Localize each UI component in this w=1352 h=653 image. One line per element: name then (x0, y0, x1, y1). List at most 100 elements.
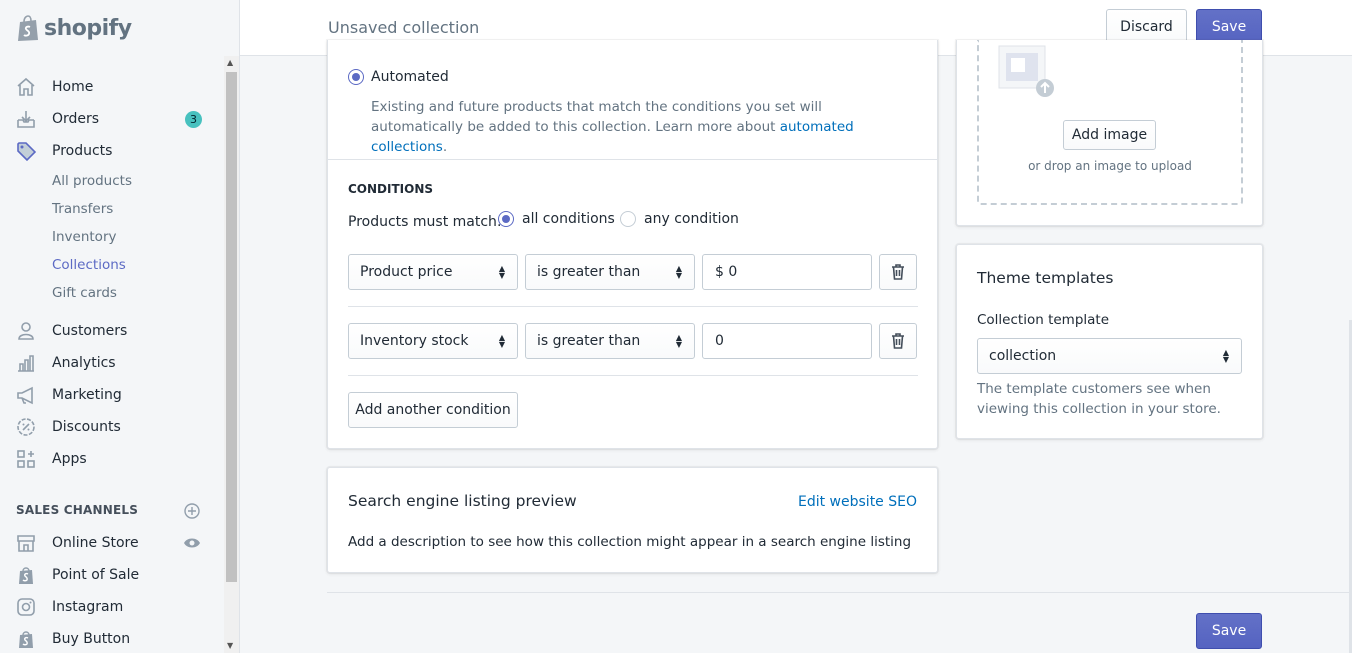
discount-icon (17, 418, 35, 436)
shopify-wordmark: shopify (44, 15, 132, 41)
select-arrows-icon: ▲ ▼ (498, 264, 505, 280)
condition-operator-select[interactable]: is greater than ▲ ▼ (525, 323, 695, 359)
delete-condition-button[interactable] (879, 323, 917, 359)
orders-icon (17, 111, 35, 128)
add-channel-icon[interactable] (184, 503, 200, 519)
any-condition-label: any condition (644, 211, 739, 227)
footer-save-button[interactable]: Save (1196, 613, 1262, 649)
all-conditions-label: all conditions (522, 211, 615, 227)
seo-description: Add a description to see how this collec… (348, 534, 912, 550)
scroll-down-arrow-icon[interactable]: ▼ (227, 641, 233, 650)
trash-icon (892, 333, 904, 349)
select-value: is greater than (537, 264, 641, 280)
select-value: is greater than (537, 333, 641, 349)
store-icon (17, 535, 35, 552)
nav-label: Marketing (52, 387, 122, 403)
nav-apps[interactable]: Apps (0, 444, 224, 474)
automated-label: Automated (371, 69, 449, 85)
image-drop-zone[interactable]: Add image or drop an image to upload (977, 40, 1243, 205)
nav-label: Instagram (52, 599, 124, 615)
nav-point-of-sale[interactable]: Point of Sale (0, 560, 224, 590)
sidebar: shopify Home Orders 3 Products All produ… (0, 0, 240, 653)
nav-instagram[interactable]: Instagram (0, 592, 224, 622)
orders-count-badge: 3 (185, 110, 202, 128)
nav-label: Buy Button (52, 631, 131, 647)
megaphone-icon (17, 386, 33, 405)
drop-image-text: or drop an image to upload (1028, 159, 1192, 173)
instagram-icon (17, 598, 35, 616)
nav-buy-button[interactable]: Buy Button (0, 624, 224, 653)
shopify-logo[interactable]: shopify (16, 12, 132, 44)
any-condition-radio[interactable] (620, 211, 636, 227)
nav-customers[interactable]: Customers (0, 316, 224, 346)
scroll-up-arrow-icon[interactable]: ▲ (227, 58, 233, 67)
row-divider (348, 306, 918, 307)
nav-analytics[interactable]: Analytics (0, 348, 224, 378)
scrollbar-thumb[interactable] (226, 72, 237, 582)
condition-field-select[interactable]: Inventory stock ▲ ▼ (348, 323, 518, 359)
image-card: Add image or drop an image to upload (956, 40, 1263, 226)
nav-products[interactable]: Products (0, 136, 224, 166)
theme-templates-title: Theme templates (977, 269, 1114, 287)
home-icon (17, 77, 35, 96)
automated-description: Existing and future products that match … (371, 97, 911, 157)
shopify-bag-icon (19, 631, 33, 648)
subnav-inventory[interactable]: Inventory (52, 229, 116, 245)
match-label: Products must match: (348, 214, 502, 230)
nav-marketing[interactable]: Marketing (0, 380, 224, 410)
description-text: Existing and future products that match … (371, 99, 822, 135)
description-suffix: . (442, 139, 448, 155)
nav-label: Point of Sale (52, 567, 140, 583)
condition-value-input[interactable]: 0 (702, 323, 872, 359)
select-arrows-icon: ▲ ▼ (675, 333, 682, 349)
nav-label: Online Store (52, 535, 139, 551)
footer-divider (327, 592, 1352, 593)
nav-label: Analytics (52, 355, 116, 371)
collection-type-card: Automated Existing and future products t… (327, 40, 938, 449)
template-help-text: The template customers see when viewing … (977, 381, 1221, 417)
sidebar-scrollbar[interactable]: ▲ ▼ (224, 56, 239, 653)
subnav-collections[interactable]: Collections (52, 257, 126, 273)
nav-label: Home (52, 79, 94, 95)
nav-online-store[interactable]: Online Store (0, 528, 224, 558)
nav-orders[interactable]: Orders 3 (0, 104, 224, 134)
automated-radio[interactable] (348, 69, 364, 85)
eye-icon[interactable] (183, 536, 201, 550)
delete-condition-button[interactable] (879, 254, 917, 290)
apps-icon (17, 450, 35, 468)
condition-field-select[interactable]: Product price ▲ ▼ (348, 254, 518, 290)
collection-template-select[interactable]: collection ▲ ▼ (977, 338, 1242, 374)
page-title: Unsaved collection (328, 18, 480, 37)
seo-title: Search engine listing preview (348, 492, 577, 510)
conditions-heading: CONDITIONS (348, 182, 434, 196)
nav-label: Apps (52, 451, 87, 467)
person-icon (18, 322, 34, 340)
edit-seo-link[interactable]: Edit website SEO (798, 494, 917, 510)
sales-channels-heading: SALES CHANNELS (16, 503, 139, 517)
select-arrows-icon: ▲ ▼ (498, 333, 505, 349)
section-divider (328, 159, 937, 160)
all-conditions-radio[interactable] (498, 211, 514, 227)
seo-preview-card: Search engine listing preview Edit websi… (327, 467, 938, 573)
select-arrows-icon: ▲ ▼ (675, 264, 682, 280)
subnav-gift-cards[interactable]: Gift cards (52, 285, 117, 301)
shopify-bag-icon (19, 567, 33, 584)
template-label: Collection template (977, 312, 1110, 328)
nav-label: Customers (52, 323, 128, 339)
condition-value-input[interactable]: $ 0 (702, 254, 872, 290)
add-image-button[interactable]: Add image (1063, 120, 1156, 150)
subnav-all-products[interactable]: All products (52, 173, 132, 189)
nav-discounts[interactable]: Discounts (0, 412, 224, 442)
bar-chart-icon (18, 355, 34, 372)
select-arrows-icon: ▲ ▼ (1222, 348, 1229, 364)
nav-label: Discounts (52, 419, 121, 435)
nav-label: Products (52, 143, 113, 159)
theme-templates-card: Theme templates Collection template coll… (956, 244, 1263, 439)
add-condition-button[interactable]: Add another condition (348, 392, 518, 428)
nav-home[interactable]: Home (0, 72, 224, 102)
image-placeholder-icon (998, 45, 1054, 97)
subnav-transfers[interactable]: Transfers (52, 201, 113, 217)
select-value: Inventory stock (360, 333, 469, 349)
select-value: collection (989, 348, 1057, 364)
condition-operator-select[interactable]: is greater than ▲ ▼ (525, 254, 695, 290)
